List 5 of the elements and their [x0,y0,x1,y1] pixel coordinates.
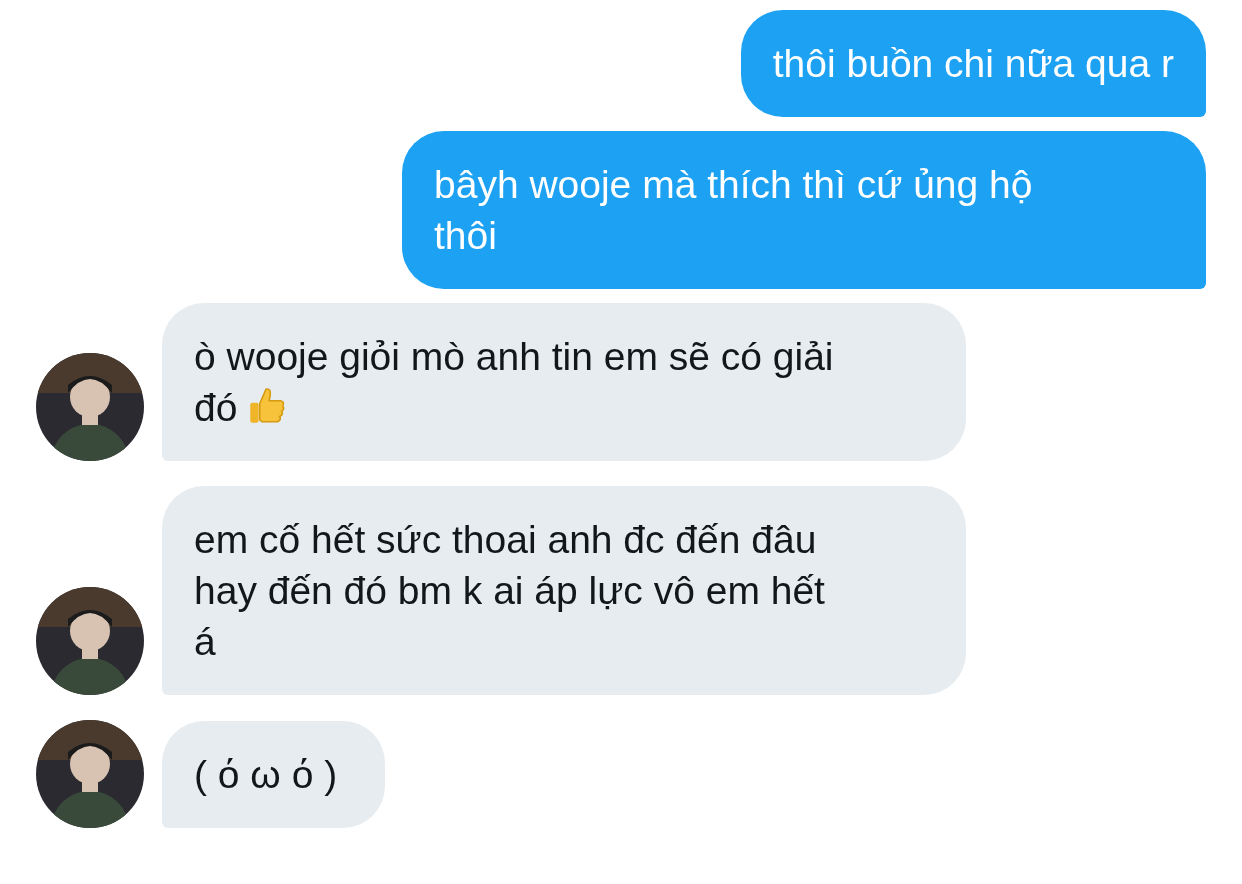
message-bubble: thôi buồn chi nữa qua r [740,10,1206,117]
message-bubble: em cố hết sức thoai anh đc đến đâu hay đến đó bm k ai áp lực vô em hết á [162,486,966,695]
message-bubble: ò wooje giỏi mò anh tin em sẽ có giải đó [162,303,966,461]
message-bubble: ( ό ω ό ) [162,721,386,828]
message-bubble: bâyh wooje mà thích thì cứ ủng hộ thôi [402,131,1206,289]
